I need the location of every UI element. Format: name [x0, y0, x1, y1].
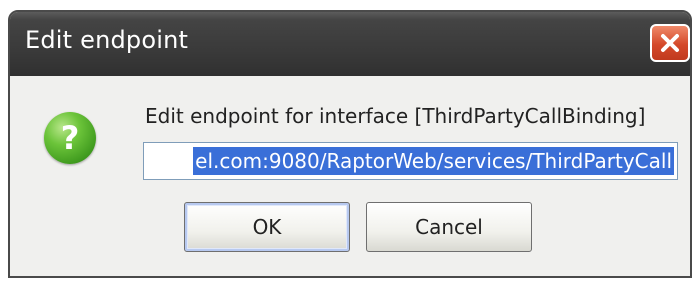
close-icon	[661, 34, 679, 52]
close-button[interactable]	[650, 24, 690, 62]
prompt-message: Edit endpoint for interface [ThirdPartyC…	[145, 104, 646, 128]
question-mark: ?	[60, 119, 80, 157]
window-title: Edit endpoint	[25, 26, 189, 54]
title-bar[interactable]: Edit endpoint	[10, 12, 690, 76]
edit-endpoint-dialog: Edit endpoint ? Edit endpoint for interf…	[8, 10, 692, 278]
question-icon: ?	[44, 112, 96, 164]
endpoint-input[interactable]: el.com:9080/RaptorWeb/services/ThirdPart…	[143, 142, 678, 180]
cancel-button[interactable]: Cancel	[366, 202, 532, 252]
endpoint-selected-text: el.com:9080/RaptorWeb/services/ThirdPart…	[193, 147, 674, 175]
dialog-body: ? Edit endpoint for interface [ThirdPart…	[10, 76, 690, 276]
ok-button[interactable]: OK	[184, 202, 350, 252]
